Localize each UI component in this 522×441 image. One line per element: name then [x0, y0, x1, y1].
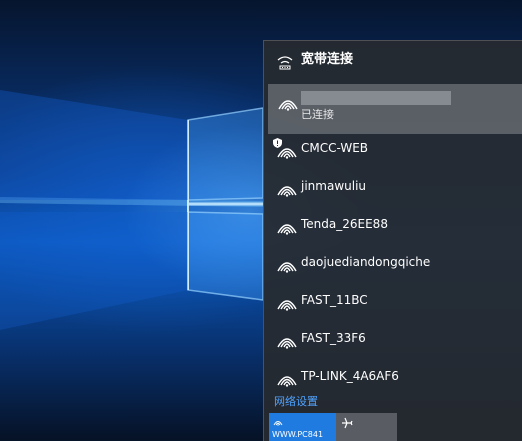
connected-network-name-redacted — [301, 91, 451, 105]
wifi-icon — [277, 338, 297, 349]
network-name: CMCC-WEB — [301, 141, 369, 155]
airplane-mode-tile[interactable] — [336, 413, 397, 441]
wifi-icon — [277, 148, 297, 159]
network-item-tp-link[interactable]: TP-LINK_4A6AF6 — [264, 361, 522, 389]
network-item-fast-11bc[interactable]: FAST_11BC — [264, 285, 522, 323]
wifi-icon — [277, 376, 297, 387]
connected-network-item[interactable]: 已连接 — [268, 84, 522, 134]
ethernet-dialup-icon — [277, 56, 293, 70]
network-item-fast-33f6[interactable]: FAST_33F6 — [264, 323, 522, 361]
wifi-tile-label: WWW.PC841 — [272, 430, 324, 439]
airplane-icon — [342, 417, 353, 429]
wifi-icon — [277, 186, 297, 197]
connected-status: 已连接 — [301, 108, 334, 121]
wifi-icon — [278, 100, 298, 111]
network-item-daojuediandongqiche[interactable]: daojuediandongqiche — [264, 247, 522, 285]
network-name: Tenda_26EE88 — [301, 217, 388, 231]
wifi-icon — [277, 300, 297, 311]
broadband-connection-item[interactable]: 宽带连接 — [264, 41, 522, 83]
network-name: FAST_11BC — [301, 293, 368, 307]
network-item-jinmawuliu[interactable]: jinmawuliu — [264, 171, 522, 209]
network-list: CMCC-WEB jinmawuliu Tenda_26EE88 daojued… — [264, 133, 522, 389]
network-name: FAST_33F6 — [301, 331, 366, 345]
broadband-connection-label: 宽带连接 — [301, 52, 354, 67]
wifi-icon — [277, 262, 297, 273]
network-item-cmcc-web[interactable]: CMCC-WEB — [264, 133, 522, 171]
network-name: daojuediandongqiche — [301, 255, 431, 269]
wifi-icon — [277, 224, 297, 235]
network-name: TP-LINK_4A6AF6 — [301, 369, 399, 383]
network-item-tenda[interactable]: Tenda_26EE88 — [264, 209, 522, 247]
network-settings-link[interactable]: 网络设置 — [274, 393, 318, 409]
network-flyout: 宽带连接 已连接 CMCC-WEB jinmawuliu Tenda_26EE8… — [263, 40, 522, 441]
network-name: jinmawuliu — [301, 179, 367, 193]
wifi-icon — [273, 421, 283, 426]
wifi-quick-action-tile[interactable]: WWW.PC841 — [269, 413, 336, 441]
